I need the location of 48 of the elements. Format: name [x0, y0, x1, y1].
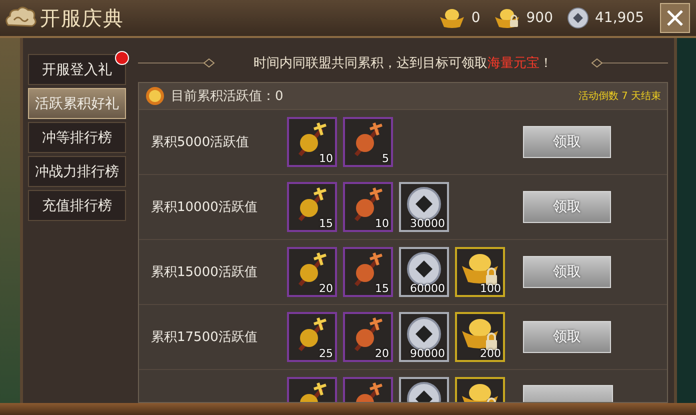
- currency-amount: 900: [526, 10, 553, 26]
- countdown-text: 活动倒数 7 天结束: [578, 90, 661, 103]
- reward-item[interactable]: 20: [287, 247, 337, 297]
- coin-icon: [567, 7, 589, 29]
- milestone-label: 累积10000活跃值: [151, 199, 258, 216]
- item-count: 90000: [410, 347, 445, 360]
- sidebar-tab[interactable]: 冲等排行榜: [28, 122, 126, 153]
- reward-item[interactable]: 15: [343, 247, 393, 297]
- milestone-label: 累积17500活跃值: [151, 329, 258, 346]
- reward-item[interactable]: 100: [455, 247, 505, 297]
- item-count: 100: [480, 282, 501, 295]
- sidebar-tab[interactable]: 冲战力排行榜: [28, 156, 126, 187]
- reward-item[interactable]: 30000: [399, 182, 449, 232]
- milestone-label: 累积15000活跃值: [151, 264, 258, 281]
- item-count: 15: [375, 282, 389, 295]
- reward-item[interactable]: 20: [343, 312, 393, 362]
- window-title: 开服庆典: [40, 6, 124, 32]
- reward-item[interactable]: 90000: [399, 312, 449, 362]
- milestone-label: 累积5000活跃值: [151, 134, 250, 151]
- item-count: 25: [319, 347, 333, 360]
- item-count: 30000: [410, 217, 445, 230]
- reward-item[interactable]: 10: [287, 117, 337, 167]
- item-count: 20: [375, 347, 389, 360]
- reward-item[interactable]: 200: [455, 312, 505, 362]
- sidebar-tab[interactable]: 充值排行榜: [28, 190, 126, 221]
- reward-item[interactable]: 25: [287, 312, 337, 362]
- currency-amount: 41,905: [595, 10, 644, 26]
- locked-ingot-icon: [494, 7, 520, 29]
- reward-item[interactable]: 10: [343, 182, 393, 232]
- reward-item[interactable]: 15: [287, 182, 337, 232]
- item-count: 10: [319, 152, 333, 165]
- banner-text: 时间内同联盟共同累积，达到目标可领取海量元宝！: [254, 55, 552, 72]
- ingot-icon: [439, 7, 466, 29]
- item-count: 10: [375, 217, 389, 230]
- sidebar-tab[interactable]: 活跃累积好礼: [28, 88, 126, 119]
- medal-icon: [145, 86, 165, 106]
- sidebar-tab[interactable]: 开服登入礼: [28, 54, 126, 85]
- item-count: 5: [382, 152, 389, 165]
- item-count: 200: [480, 347, 501, 360]
- progress-label: 目前累积活跃值：0: [171, 88, 284, 105]
- close-icon: [666, 9, 684, 27]
- item-count: 20: [319, 282, 333, 295]
- currency-amount: 0: [471, 10, 480, 26]
- reward-item[interactable]: 5: [343, 117, 393, 167]
- reward-item[interactable]: 60000: [399, 247, 449, 297]
- item-count: 60000: [410, 282, 445, 295]
- item-count: 15: [319, 217, 333, 230]
- close-button[interactable]: [660, 3, 690, 33]
